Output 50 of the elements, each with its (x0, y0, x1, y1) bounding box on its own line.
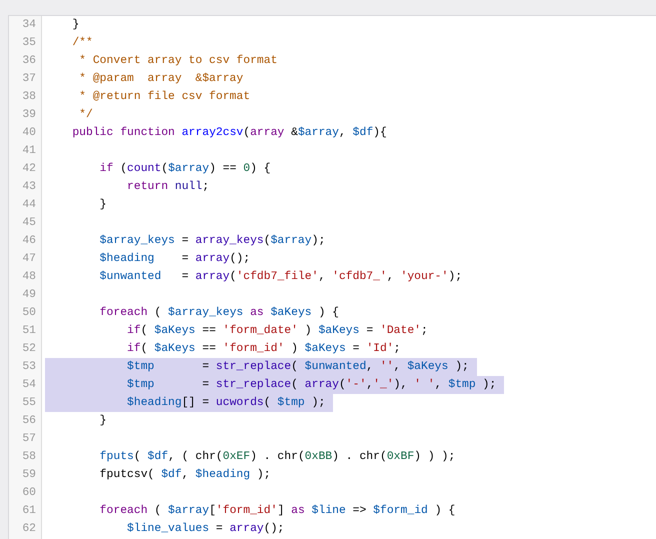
line-number: 62 (22, 522, 37, 537)
line-number: 47 (22, 252, 37, 267)
code-line: } (98, 198, 107, 213)
line-number: 40 (22, 126, 37, 141)
code-line: $unwanted = array('cfdb7_file', 'cfdb7_', 'your-'); (98, 270, 462, 285)
line-number: 45 (22, 216, 37, 231)
line-number: 48 (22, 270, 37, 285)
code-line: fputs( $df, ( chr(0xEF) . chr(0xBB) . chr(0xBF) ) ); (98, 450, 456, 465)
line-number: 52 (22, 342, 37, 357)
line-number: 54 (22, 378, 37, 393)
line-number: 34 (22, 18, 37, 33)
line-number: 57 (22, 432, 37, 447)
code-line: foreach ( $array['form_id'] as $line => $form_id ) { (98, 504, 456, 519)
code-line: /** (71, 36, 93, 51)
code-line: * @return file csv format (78, 90, 250, 105)
line-number: 44 (22, 198, 37, 213)
code-line: * @param array &$array (78, 72, 244, 87)
line-number: 38 (22, 90, 37, 105)
code-line: $array_keys = array_keys($array); (98, 234, 326, 249)
code-line: } (71, 18, 80, 33)
line-number: 55 (22, 396, 37, 411)
code-line: public function array2csv(array &$array, $df){ (71, 126, 387, 141)
line-number: 39 (22, 108, 37, 123)
line-number: 42 (22, 162, 37, 177)
line-number: 51 (22, 324, 37, 339)
code-line: if( $aKeys == 'form_date' ) $aKeys = 'Date'; (126, 324, 428, 339)
code-line: $heading = array(); (98, 252, 250, 267)
line-number: 53 (22, 360, 37, 375)
line-number: 50 (22, 306, 37, 321)
line-number: 56 (22, 414, 37, 429)
line-number: 37 (22, 72, 37, 87)
line-number: 35 (22, 36, 37, 51)
code-line: } (98, 414, 107, 429)
line-number: 60 (22, 486, 37, 501)
line-number: 41 (22, 144, 37, 159)
code-line: $line_values = array(); (126, 522, 284, 537)
code-line: * Convert array to csv format (78, 54, 278, 69)
code-line: */ (78, 108, 93, 123)
line-number: 46 (22, 234, 37, 249)
code-line: fputcsv( $df, $heading ); (98, 468, 271, 483)
line-number: 59 (22, 468, 37, 483)
line-number: 36 (22, 54, 37, 69)
line-number: 58 (22, 450, 37, 465)
line-number: 61 (22, 504, 37, 519)
code-line: if (count($array) == 0) { (98, 162, 271, 177)
line-number: 49 (22, 288, 37, 303)
code-line: return null; (126, 180, 210, 195)
line-number: 43 (22, 180, 37, 195)
code-line: if( $aKeys == 'form_id' ) $aKeys = 'Id'; (126, 342, 401, 357)
code-line: foreach ( $array_keys as $aKeys ) { (98, 306, 339, 321)
